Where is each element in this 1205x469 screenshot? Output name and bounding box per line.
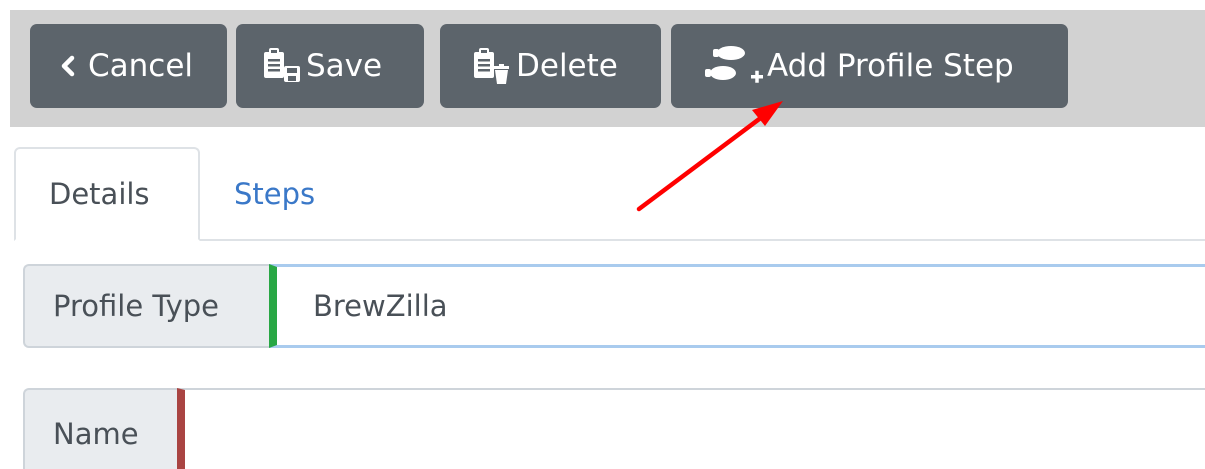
save-button-label: Save [306, 48, 383, 84]
profile-type-value: BrewZilla [313, 289, 448, 323]
name-label: Name [23, 388, 177, 469]
tab-details[interactable]: Details [14, 147, 200, 241]
cancel-button-label: Cancel [88, 48, 194, 84]
name-label-text: Name [53, 417, 139, 451]
profile-type-group: Profile Type BrewZilla [23, 264, 1205, 348]
profile-type-select[interactable]: BrewZilla [269, 264, 1205, 348]
delete-button[interactable]: Delete [440, 24, 661, 108]
name-group: Name [23, 388, 1205, 469]
chevron-left-icon [58, 51, 78, 81]
tab-steps[interactable]: Steps [234, 147, 315, 241]
profile-type-label-text: Profile Type [53, 289, 219, 323]
add-profile-step-button[interactable]: Add Profile Step [671, 24, 1068, 108]
name-input[interactable] [177, 388, 1205, 469]
clipboard-delete-icon [470, 46, 512, 86]
toolbar: Cancel Save Delete Add Profile Step [10, 10, 1205, 127]
tab-details-label: Details [49, 177, 150, 211]
tab-bar: Details Steps [14, 147, 1205, 241]
save-button[interactable]: Save [236, 24, 424, 108]
tab-steps-label: Steps [234, 177, 316, 211]
profile-editor-page: Cancel Save Delete Add Profile Step Deta… [0, 0, 1205, 469]
footsteps-add-icon [701, 41, 765, 91]
add-profile-step-button-label: Add Profile Step [767, 48, 1014, 84]
cancel-button[interactable]: Cancel [30, 24, 227, 108]
profile-type-label: Profile Type [23, 264, 269, 348]
clipboard-save-icon [260, 46, 302, 86]
delete-button-label: Delete [516, 48, 618, 84]
